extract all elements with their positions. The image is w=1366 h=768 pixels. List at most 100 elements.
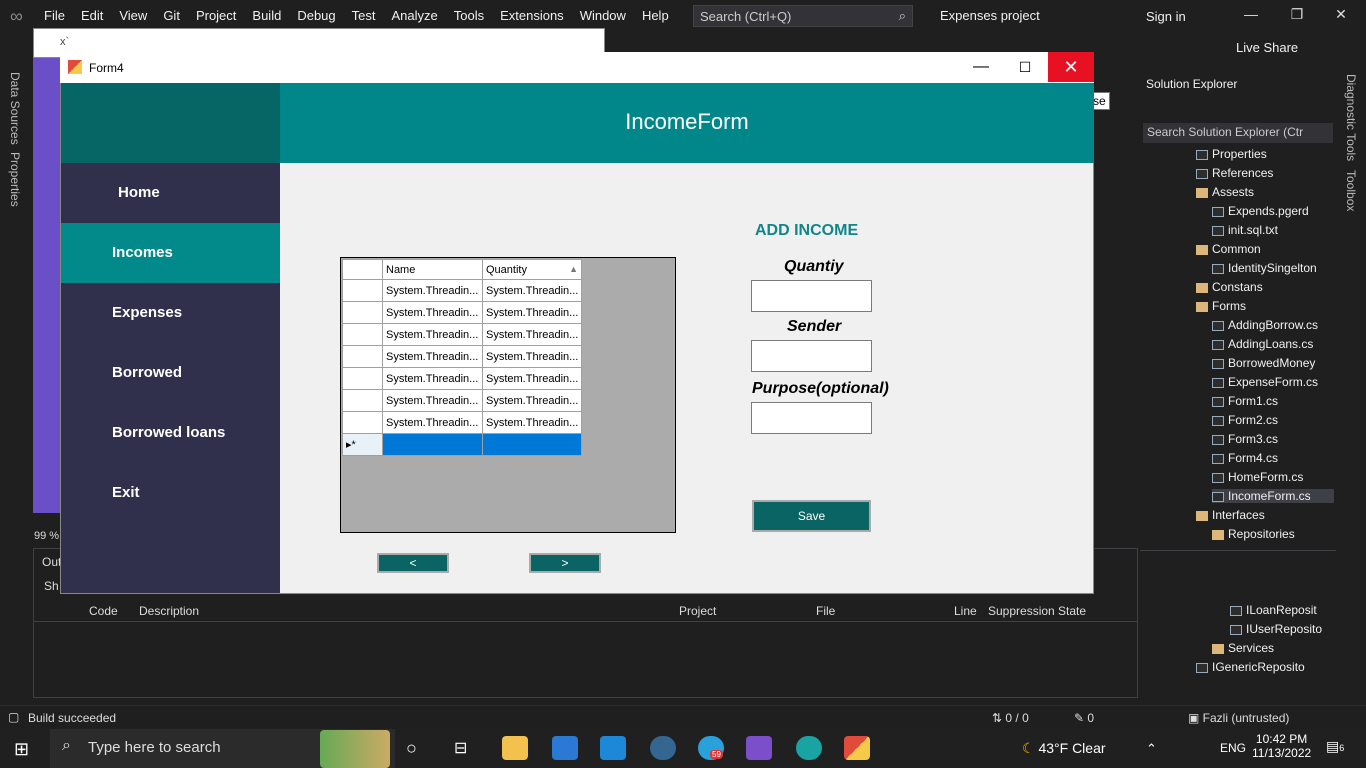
quantity-input[interactable] [751,280,872,312]
nav-expenses[interactable]: Expenses [61,283,280,343]
table-row[interactable]: System.Threadin... System.Threadin... [342,389,582,412]
row-header[interactable] [342,367,383,390]
task-view-icon[interactable]: ⊟ [454,738,467,758]
col-line[interactable]: Line [954,604,977,618]
row-header[interactable] [342,411,383,434]
cell-name[interactable]: System.Threadin... [382,411,483,434]
cell-name[interactable]: System.Threadin... [382,301,483,324]
col-quantity[interactable]: Quantity ▲ [482,259,582,280]
status-user[interactable]: ▣ Fazli (untrusted) [1188,711,1289,725]
tab-toolbox[interactable]: Toolbox [1344,170,1358,211]
table-row[interactable]: System.Threadin... System.Threadin... [342,345,582,368]
cell-name[interactable]: System.Threadin... [382,323,483,346]
tree-item[interactable]: HomeForm.cs [1212,470,1303,484]
cell-quantity[interactable]: System.Threadin... [482,367,582,390]
col-file[interactable]: File [816,604,835,618]
prev-page-button[interactable]: < [377,553,449,573]
cell-quantity[interactable]: System.Threadin... [482,323,582,346]
file-explorer-icon[interactable] [502,736,528,760]
cell-name[interactable]: System.Threadin... [382,367,483,390]
vs-search-input[interactable]: Search (Ctrl+Q) ⌕ [693,5,913,27]
form4-titlebar[interactable] [60,52,1094,83]
tree-item[interactable]: Common [1196,242,1261,256]
sign-in-link[interactable]: Sign in [1146,9,1186,24]
row-header[interactable] [342,279,383,302]
telegram-icon[interactable]: 59 [698,736,724,760]
row-header[interactable] [342,345,383,368]
tree-item[interactable]: Interfaces [1196,508,1265,522]
live-share-button[interactable]: Live Share [1236,40,1298,55]
table-row[interactable]: System.Threadin... System.Threadin... [342,279,582,302]
tab-properties[interactable]: Properties [8,152,22,207]
tree-item[interactable]: BorrowedMoney [1212,356,1315,370]
cell-name[interactable]: System.Threadin... [382,279,483,302]
menu-help[interactable]: Help [634,0,677,32]
row-header[interactable] [342,389,383,412]
visual-studio-logo-icon[interactable]: ∞ [10,6,32,26]
tree-item[interactable]: References [1196,166,1273,180]
row-header-corner[interactable] [342,259,383,280]
vs-close-button[interactable]: ✕ [1326,6,1356,23]
next-page-button[interactable]: > [529,553,601,573]
tree-item[interactable]: AddingBorrow.cs [1212,318,1318,332]
ms-store-icon[interactable] [552,736,578,760]
cell-quantity-new[interactable] [482,433,582,456]
tray-chevron-icon[interactable]: ⌃ [1146,741,1157,757]
nav-borrowed-loans[interactable]: Borrowed loans [61,403,280,463]
nav-exit[interactable]: Exit [61,463,280,523]
cell-name-new[interactable] [382,433,483,456]
col-code[interactable]: Code [89,604,118,618]
tree-item[interactable]: IdentitySingelton [1212,261,1317,275]
form-minimize-button[interactable]: — [966,53,996,81]
table-row[interactable]: System.Threadin... System.Threadin... [342,367,582,390]
tree-item[interactable]: Forms [1196,299,1246,313]
vs-restore-button[interactable]: ❐ [1282,6,1312,23]
winform-app-icon[interactable] [844,736,870,760]
output-tab-label[interactable]: Out [42,555,61,569]
cell-quantity[interactable]: System.Threadin... [482,389,582,412]
income-data-grid[interactable]: Name Quantity ▲ System.Threadin... System.… [340,257,676,533]
cell-name[interactable]: System.Threadin... [382,345,483,368]
language-indicator[interactable]: ENG [1220,741,1246,755]
form-maximize-button[interactable]: ☐ [1010,53,1040,81]
tree-item[interactable]: Form3.cs [1212,432,1278,446]
tree-item[interactable]: Constans [1196,280,1263,294]
tab-data-sources[interactable]: Data Sources [8,72,22,145]
tree-item[interactable]: Form4.cs [1212,451,1278,465]
tree-item[interactable]: ILoanReposit [1230,603,1317,617]
col-project[interactable]: Project [679,604,716,618]
col-description[interactable]: Description [139,604,199,618]
tree-item[interactable]: IGenericReposito [1196,660,1305,674]
visual-studio-icon[interactable] [746,736,772,760]
row-header[interactable] [342,323,383,346]
form-close-button[interactable]: ✕ [1048,52,1094,82]
edge-icon[interactable] [796,736,822,760]
col-name[interactable]: Name [382,259,483,280]
tree-item[interactable]: IUserReposito [1230,622,1322,636]
cell-quantity[interactable]: System.Threadin... [482,279,582,302]
tree-item[interactable]: Assests [1196,185,1254,199]
cell-name[interactable]: System.Threadin... [382,389,483,412]
weather-widget[interactable]: ☾ 43°F Clear [1022,740,1106,757]
table-row[interactable]: System.Threadin... System.Threadin... [342,411,582,434]
row-header[interactable] [342,301,383,324]
new-row[interactable]: ▸* [342,433,582,456]
sender-input[interactable] [751,340,872,372]
tree-item[interactable]: Form2.cs [1212,413,1278,427]
postgres-icon[interactable] [650,736,676,760]
zoom-level[interactable]: 99 % [34,530,59,542]
solution-search-input[interactable]: Search Solution Explorer (Ctr [1143,123,1333,143]
tree-item[interactable]: Repositories [1212,527,1295,541]
new-row-marker[interactable]: ▸* [342,433,383,456]
tree-item[interactable]: Form1.cs [1212,394,1278,408]
nav-borrowed[interactable]: Borrowed [61,343,280,403]
table-row[interactable]: System.Threadin... System.Threadin... [342,301,582,324]
purpose-input[interactable] [751,402,872,434]
tree-item[interactable]: Properties [1196,147,1267,161]
windows-start-icon[interactable]: ⊞ [14,739,34,759]
nav-incomes[interactable]: Incomes [61,223,280,283]
nav-home[interactable]: Home [61,163,280,223]
tab-diagnostic-tools[interactable]: Diagnostic Tools [1344,74,1358,161]
vs-minimize-button[interactable]: — [1236,6,1266,22]
status-pencil[interactable]: ✎ 0 [1074,711,1094,725]
